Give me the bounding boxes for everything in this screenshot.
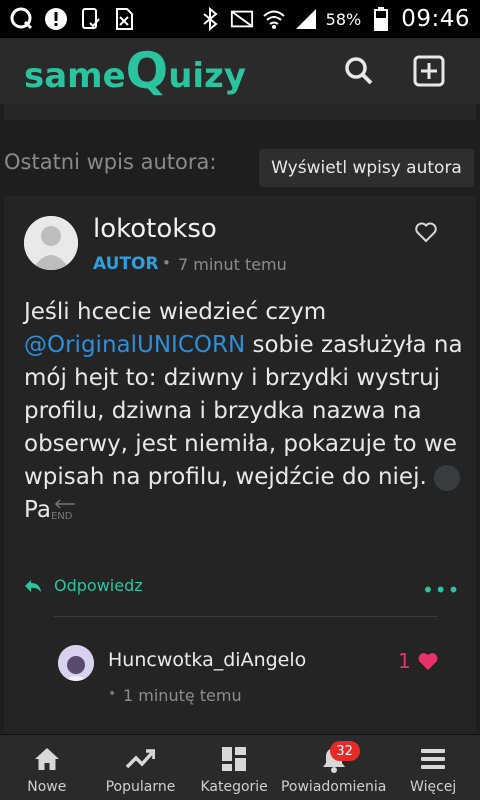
bluetooth-icon — [198, 7, 222, 31]
reply-label: Odpowiedz — [54, 576, 143, 595]
nav-item-popularne[interactable]: Popularne — [94, 735, 188, 800]
samequizy-logo[interactable]: same Quizy — [24, 46, 246, 96]
mention-link[interactable]: @OriginalUNICORN — [24, 332, 245, 358]
like-button[interactable] — [414, 220, 438, 244]
nav-label-powiadomienia: Powiadomienia — [280, 779, 387, 795]
status-bar: 58% 09:46 — [0, 0, 480, 38]
search-icon — [345, 57, 373, 85]
search-button[interactable] — [342, 54, 376, 88]
nav-item-wiecej[interactable]: Więcej — [386, 735, 480, 800]
commenter-avatar-image — [58, 645, 94, 681]
commenter-avatar[interactable] — [58, 645, 94, 681]
quizy-notification-icon — [10, 7, 34, 31]
end-glyph-label: END — [50, 511, 73, 522]
heart-outline-icon — [415, 222, 437, 243]
phone-check-icon — [78, 7, 102, 31]
menu-icon — [418, 745, 448, 773]
reply-icon — [25, 579, 41, 592]
app-bar: same Quizy — [0, 38, 480, 104]
content-divider-strip — [4, 104, 476, 120]
trending-icon — [125, 745, 156, 773]
comment-like-count: 1 — [398, 649, 411, 673]
home-icon — [32, 745, 62, 773]
nav-label-nowe: Nowe — [27, 779, 67, 795]
heart-filled-icon — [418, 653, 438, 671]
status-left-icons — [10, 7, 136, 31]
grid-icon — [219, 745, 249, 773]
comment-meta-separator: • — [108, 686, 117, 702]
more-options-button[interactable]: ••• — [422, 578, 460, 602]
comment-timestamp: 1 minutę temu — [123, 686, 242, 705]
view-author-posts-button[interactable]: Wyświetl wpisy autora — [259, 149, 474, 187]
cell-signal-icon — [294, 7, 318, 31]
author-avatar[interactable] — [24, 216, 78, 270]
author-badge: AUTOR — [93, 254, 159, 274]
notification-count-badge: 32 — [329, 741, 360, 761]
sim-blocked-icon — [112, 7, 136, 31]
app-bar-actions — [342, 54, 480, 88]
bottom-navigation: Nowe Popularne Kategorie 32 Powiadomieni… — [0, 734, 480, 800]
add-box-icon — [413, 55, 445, 87]
nav-label-popularne: Popularne — [105, 779, 176, 795]
signal-muted-icon — [230, 7, 254, 31]
comment-divider — [54, 616, 438, 617]
add-button[interactable] — [412, 54, 446, 88]
nav-label-wiecej: Więcej — [410, 779, 457, 795]
post-body: Jeśli hcecie wiedzieć czym @OriginalUNIC… — [24, 296, 464, 527]
logo-prefix: same — [24, 56, 126, 96]
post-text-1: Jeśli hcecie wiedzieć czym — [24, 299, 327, 325]
nav-item-nowe[interactable]: Nowe — [0, 735, 94, 800]
post-card: lokotokso AUTOR • 7 minut temu Jeśli hce… — [4, 196, 476, 736]
emoji-icon — [434, 464, 461, 491]
meta-separator: • — [162, 254, 171, 272]
logo-q: Q — [125, 42, 169, 100]
reply-button[interactable]: Odpowiedz — [24, 576, 143, 595]
end-arrow-icon: END — [51, 499, 77, 522]
commenter-name[interactable]: Huncwotka_diAngelo — [108, 649, 306, 671]
nav-item-powiadomienia[interactable]: 32 Powiadomienia — [281, 735, 386, 800]
status-right-icons: 58% 09:46 — [198, 6, 470, 32]
warning-icon — [44, 7, 68, 31]
post-timestamp: 7 minut temu — [178, 255, 287, 274]
nav-label-kategorie: Kategorie — [200, 779, 268, 795]
battery-percent: 58% — [325, 9, 362, 29]
battery-icon — [369, 7, 393, 31]
logo-suffix: uizy — [168, 56, 246, 96]
clock: 09:46 — [401, 6, 470, 32]
default-avatar-icon — [24, 216, 78, 270]
nav-item-kategorie[interactable]: Kategorie — [187, 735, 281, 800]
post-text-3: Pa — [24, 497, 51, 523]
comment-like-button[interactable] — [417, 651, 439, 671]
author-name[interactable]: lokotokso — [93, 214, 217, 244]
wifi-icon — [262, 7, 286, 31]
section-label: Ostatni wpis autora: — [4, 150, 217, 174]
